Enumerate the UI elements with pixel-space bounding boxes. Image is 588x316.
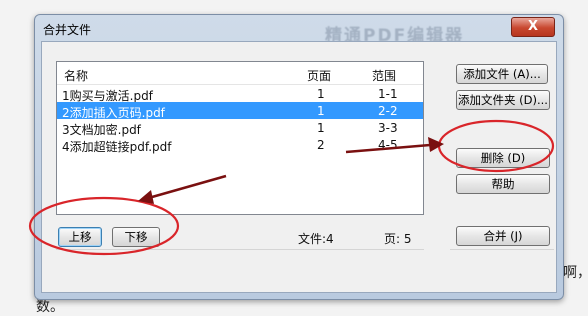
- separator-line: [450, 249, 554, 250]
- background-text-right: 啊，: [563, 265, 588, 281]
- separator-line: [56, 249, 424, 250]
- file-range: 4-5: [378, 138, 398, 152]
- list-item-selected[interactable]: 2添加插入页码.pdf 1 2-2: [57, 102, 423, 120]
- column-header-name[interactable]: 名称: [64, 67, 88, 84]
- move-down-button[interactable]: 下移: [112, 227, 160, 247]
- help-button[interactable]: 帮助: [456, 174, 550, 194]
- list-header: 名称 页面 范围: [57, 62, 423, 85]
- file-range: 2-2: [378, 104, 398, 118]
- file-pages: 2: [317, 138, 325, 152]
- file-pages: 1: [317, 104, 325, 118]
- file-name: 4添加超链接pdf.pdf: [62, 140, 172, 154]
- merge-button[interactable]: 合并 (J): [456, 226, 550, 246]
- page-count: 页: 5: [384, 232, 412, 246]
- list-item[interactable]: 4添加超链接pdf.pdf 2 4-5: [57, 136, 423, 154]
- title-bar: 合并文件 精通PDF编辑器 X: [35, 15, 563, 46]
- list-item[interactable]: 3文档加密.pdf 1 3-3: [57, 119, 423, 137]
- file-range: 3-3: [378, 121, 398, 135]
- merge-files-dialog: 合并文件 精通PDF编辑器 X 名称 页面 范围 1购买与激活.pdf 1 1-…: [34, 14, 564, 300]
- file-count: 文件:4: [298, 232, 334, 246]
- move-up-button[interactable]: 上移: [58, 227, 102, 247]
- column-header-pages[interactable]: 页面: [307, 67, 331, 84]
- close-button[interactable]: X: [511, 17, 555, 37]
- add-file-button[interactable]: 添加文件 (A)...: [456, 64, 548, 84]
- column-header-range[interactable]: 范围: [372, 67, 396, 84]
- file-range: 1-1: [378, 87, 398, 101]
- add-folder-button[interactable]: 添加文件夹 (D)...: [456, 90, 550, 110]
- delete-button[interactable]: 删除 (D): [456, 148, 550, 168]
- dialog-title: 合并文件: [43, 23, 92, 37]
- file-list[interactable]: 名称 页面 范围 1购买与激活.pdf 1 1-1 2添加插入页码.pdf 1 …: [56, 61, 424, 215]
- file-pages: 1: [317, 121, 325, 135]
- list-item[interactable]: 1购买与激活.pdf 1 1-1: [57, 85, 423, 103]
- dialog-body: 名称 页面 范围 1购买与激活.pdf 1 1-1 2添加插入页码.pdf 1 …: [41, 41, 557, 293]
- file-pages: 1: [317, 87, 325, 101]
- close-icon: X: [527, 19, 539, 34]
